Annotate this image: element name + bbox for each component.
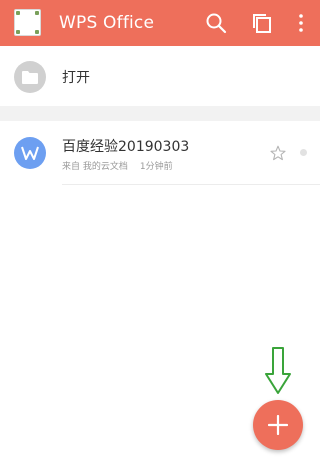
file-source: 来自 我的云文档	[62, 162, 128, 172]
search-icon[interactable]	[205, 12, 227, 34]
app-logo-icon[interactable]	[14, 9, 41, 36]
open-label: 打开	[62, 70, 90, 86]
file-name: 百度经验20190303	[62, 139, 190, 155]
folder-icon	[14, 61, 46, 93]
recent-file-row[interactable]: 百度经验20190303 来自 我的云文档 1分钟前	[0, 121, 320, 185]
section-divider	[0, 106, 320, 121]
file-meta: 来自 我的云文档 1分钟前	[62, 159, 173, 172]
new-document-button[interactable]	[253, 400, 303, 450]
app-bar: WPS Office	[0, 0, 320, 46]
open-file-row[interactable]: 打开	[0, 46, 320, 106]
row-divider	[62, 184, 320, 185]
wps-writer-icon	[14, 137, 46, 169]
wps-office-home: WPS Office 打开 百度经验20190303 来自 我的云文档 1分钟前	[0, 0, 320, 463]
file-time: 1分钟前	[139, 162, 173, 172]
arrow-down-icon	[263, 346, 293, 396]
app-title: WPS Office	[59, 13, 155, 33]
star-icon[interactable]	[270, 145, 286, 161]
plus-icon	[268, 415, 288, 435]
more-vert-icon[interactable]	[290, 12, 310, 34]
file-status-dot[interactable]	[300, 149, 307, 156]
windows-icon[interactable]	[251, 12, 273, 34]
